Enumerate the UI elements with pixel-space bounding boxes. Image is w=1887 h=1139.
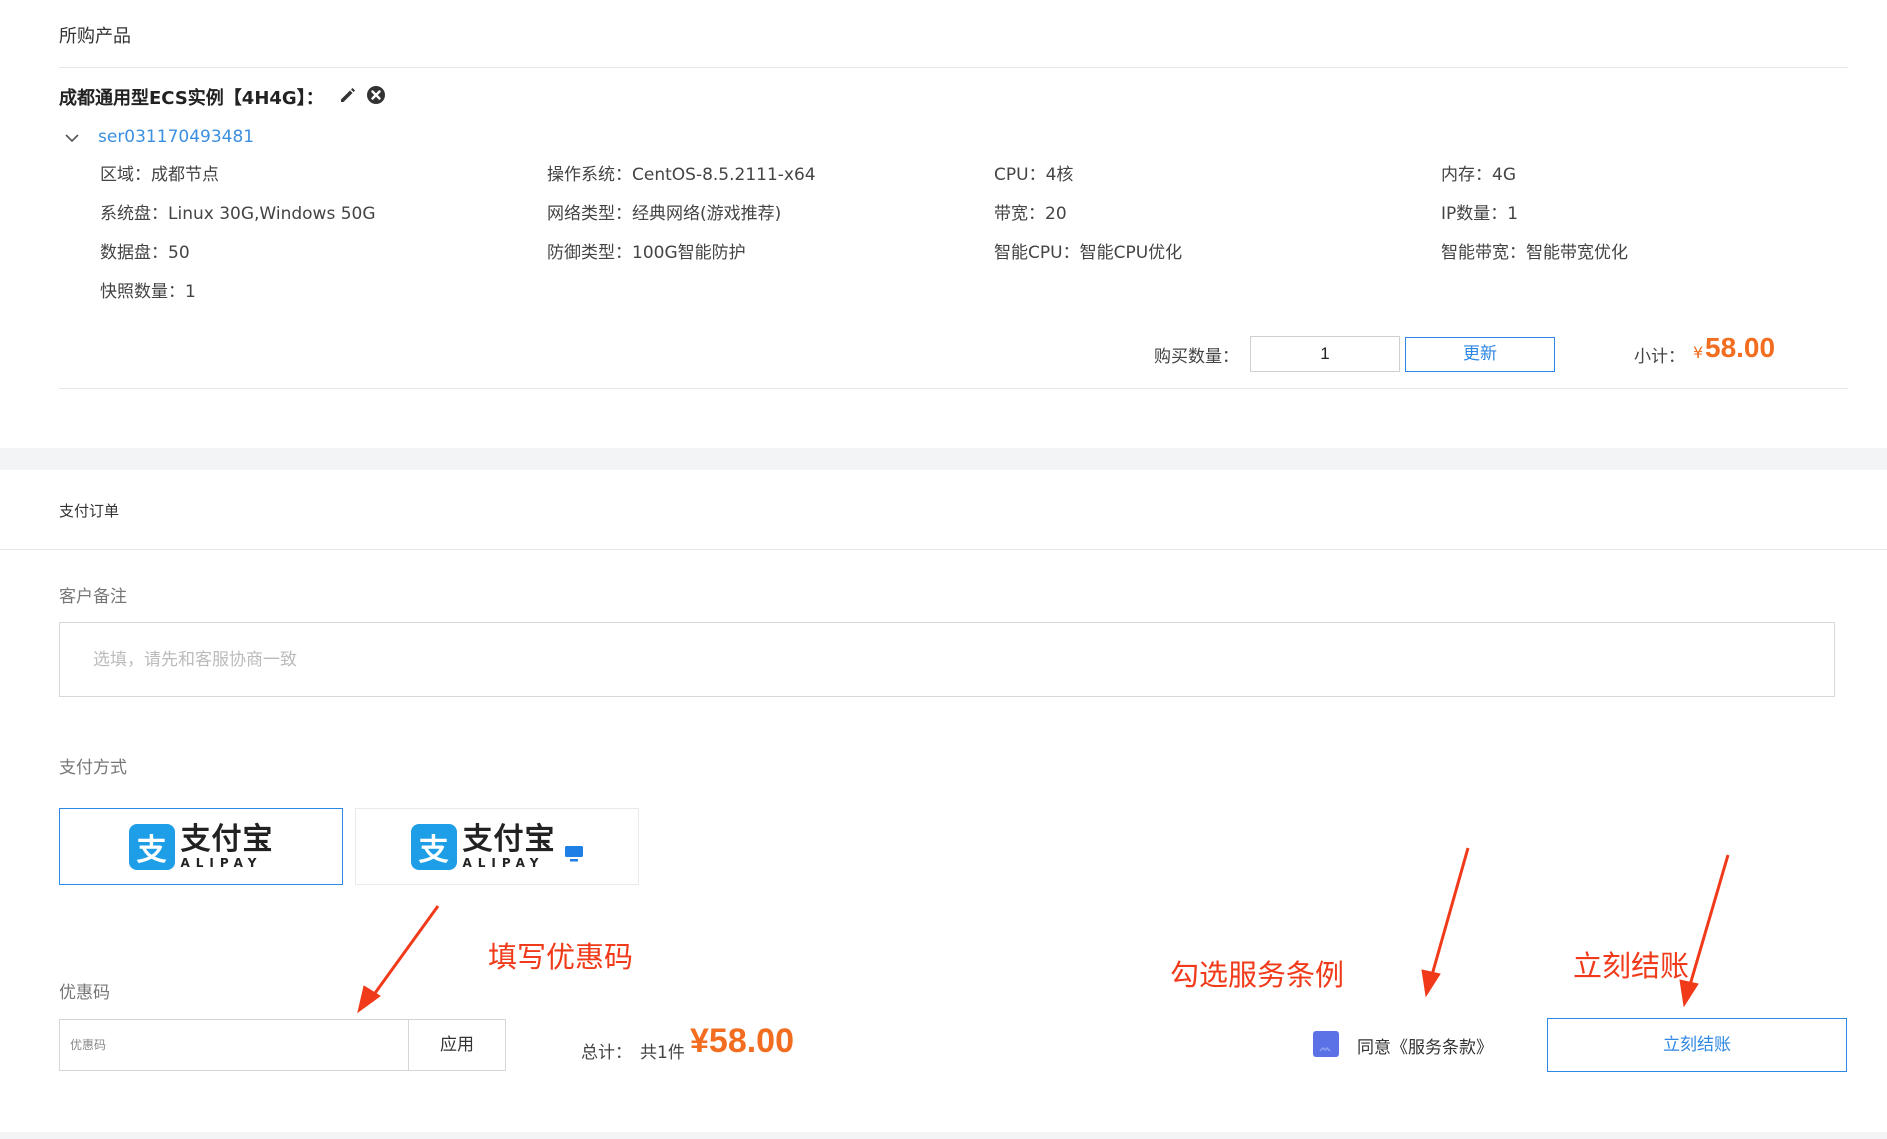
subtotal-currency: ¥ <box>1693 343 1704 362</box>
coupon-label: 优惠码 <box>59 983 110 1003</box>
alipay-name: 支付宝 <box>180 821 274 857</box>
spec-value: 成都节点 <box>151 165 219 185</box>
pc-icon <box>564 845 583 861</box>
section-title-products: 所购产品 <box>59 26 131 47</box>
payment-method-label: 支付方式 <box>59 758 127 778</box>
alipay-mark-icon: 支 <box>410 823 457 870</box>
footer-separator <box>0 1132 1887 1139</box>
alipay-logo: 支 支付宝 ALIPAY <box>128 821 274 870</box>
product-title: 成都通用型ECS实例【4H4G】： <box>59 88 324 109</box>
spec-label: 数据盘： <box>100 243 168 263</box>
remark-input[interactable] <box>59 622 1835 697</box>
spec-label: 智能带宽： <box>1441 243 1526 263</box>
check-icon <box>1319 1046 1331 1052</box>
total-count: 共1件 <box>640 1043 685 1063</box>
remark-label: 客户备注 <box>59 587 127 607</box>
annotation-terms: 勾选服务条例 <box>1170 958 1345 992</box>
spec-item: 系统盘：Linux 30G,Windows 50G <box>100 199 376 224</box>
spec-label: 区域： <box>100 165 151 185</box>
spec-value: 4核 <box>1045 165 1074 185</box>
total-label: 总计： <box>581 1043 632 1063</box>
spec-value: 1 <box>1507 204 1519 224</box>
section-title-payment: 支付订单 <box>59 502 120 520</box>
annotation-coupon: 填写优惠码 <box>488 940 634 974</box>
subtotal-label: 小计： <box>1634 347 1685 367</box>
spec-item: 快照数量：1 <box>100 277 196 302</box>
section-separator <box>0 448 1887 470</box>
alipay-logo: 支 支付宝 ALIPAY <box>410 821 584 870</box>
payment-option-alipay-pc[interactable]: 支 支付宝 ALIPAY <box>355 808 639 885</box>
spec-label: 网络类型： <box>547 204 632 224</box>
spec-value: 智能CPU优化 <box>1079 243 1183 263</box>
total-value: ¥58.00 <box>690 1022 794 1060</box>
spec-value: 20 <box>1045 204 1067 224</box>
chevron-down-icon[interactable] <box>64 130 80 146</box>
spec-label: 快照数量： <box>100 282 185 302</box>
spec-item: 区域：成都节点 <box>100 160 219 185</box>
spec-value: 智能带宽优化 <box>1526 243 1628 263</box>
spec-label: 带宽： <box>994 204 1045 224</box>
spec-item: CPU：4核 <box>994 160 1073 185</box>
alipay-en-name: ALIPAY <box>462 855 545 870</box>
spec-label: 内存： <box>1441 165 1492 185</box>
alipay-en-name: ALIPAY <box>180 855 263 870</box>
coupon-input[interactable] <box>59 1019 408 1071</box>
spec-value: Linux 30G,Windows 50G <box>168 204 376 224</box>
spec-value: 1 <box>185 282 196 302</box>
spec-value: 50 <box>168 243 190 263</box>
spec-label: 智能CPU： <box>994 243 1080 263</box>
quantity-input[interactable] <box>1250 336 1400 372</box>
spec-label: IP数量： <box>1441 204 1508 224</box>
annotation-checkout: 立刻结账 <box>1573 949 1690 983</box>
spec-value: 经典网络(游戏推荐) <box>632 204 782 224</box>
spec-item: 数据盘：50 <box>100 238 190 263</box>
spec-item: 内存：4G <box>1441 160 1516 185</box>
checkout-button[interactable]: 立刻结账 <box>1547 1018 1847 1072</box>
spec-item: 防御类型：100G智能防护 <box>547 238 746 263</box>
spec-value: 100G智能防护 <box>632 243 746 263</box>
spec-value: CentOS-8.5.2111-x64 <box>632 165 816 185</box>
divider <box>0 549 1887 550</box>
spec-label: 防御类型： <box>547 243 632 263</box>
pencil-icon[interactable] <box>338 85 358 105</box>
quantity-label: 购买数量： <box>1154 347 1239 367</box>
spec-item: 带宽：20 <box>994 199 1067 224</box>
spec-label: 系统盘： <box>100 204 168 224</box>
divider <box>59 388 1848 389</box>
spec-item: 智能带宽：智能带宽优化 <box>1441 238 1628 263</box>
spec-label: CPU： <box>994 165 1046 185</box>
server-id-link[interactable]: ser031170493481 <box>98 127 254 147</box>
spec-value: 4G <box>1492 165 1516 185</box>
subtotal-value: 58.00 <box>1705 332 1776 363</box>
terms-checkbox[interactable] <box>1313 1031 1339 1057</box>
purchased-products-section: 所购产品 成都通用型ECS实例【4H4G】： ser031170493481 区… <box>0 0 1887 448</box>
payment-option-alipay[interactable]: 支 支付宝 ALIPAY <box>59 808 343 885</box>
spec-item: IP数量：1 <box>1441 199 1518 224</box>
spec-item: 智能CPU：智能CPU优化 <box>994 238 1182 263</box>
spec-item: 操作系统：CentOS-8.5.2111-x64 <box>547 160 816 185</box>
spec-item: 网络类型：经典网络(游戏推荐) <box>547 199 781 224</box>
divider <box>59 67 1848 68</box>
alipay-mark-icon: 支 <box>128 823 175 870</box>
update-button[interactable]: 更新 <box>1405 337 1555 372</box>
terms-label[interactable]: 同意《服务条款》 <box>1357 1033 1493 1058</box>
apply-coupon-button[interactable]: 应用 <box>408 1019 506 1071</box>
alipay-name: 支付宝 <box>462 821 556 857</box>
spec-label: 操作系统： <box>547 165 632 185</box>
close-circle-icon[interactable] <box>366 85 386 105</box>
